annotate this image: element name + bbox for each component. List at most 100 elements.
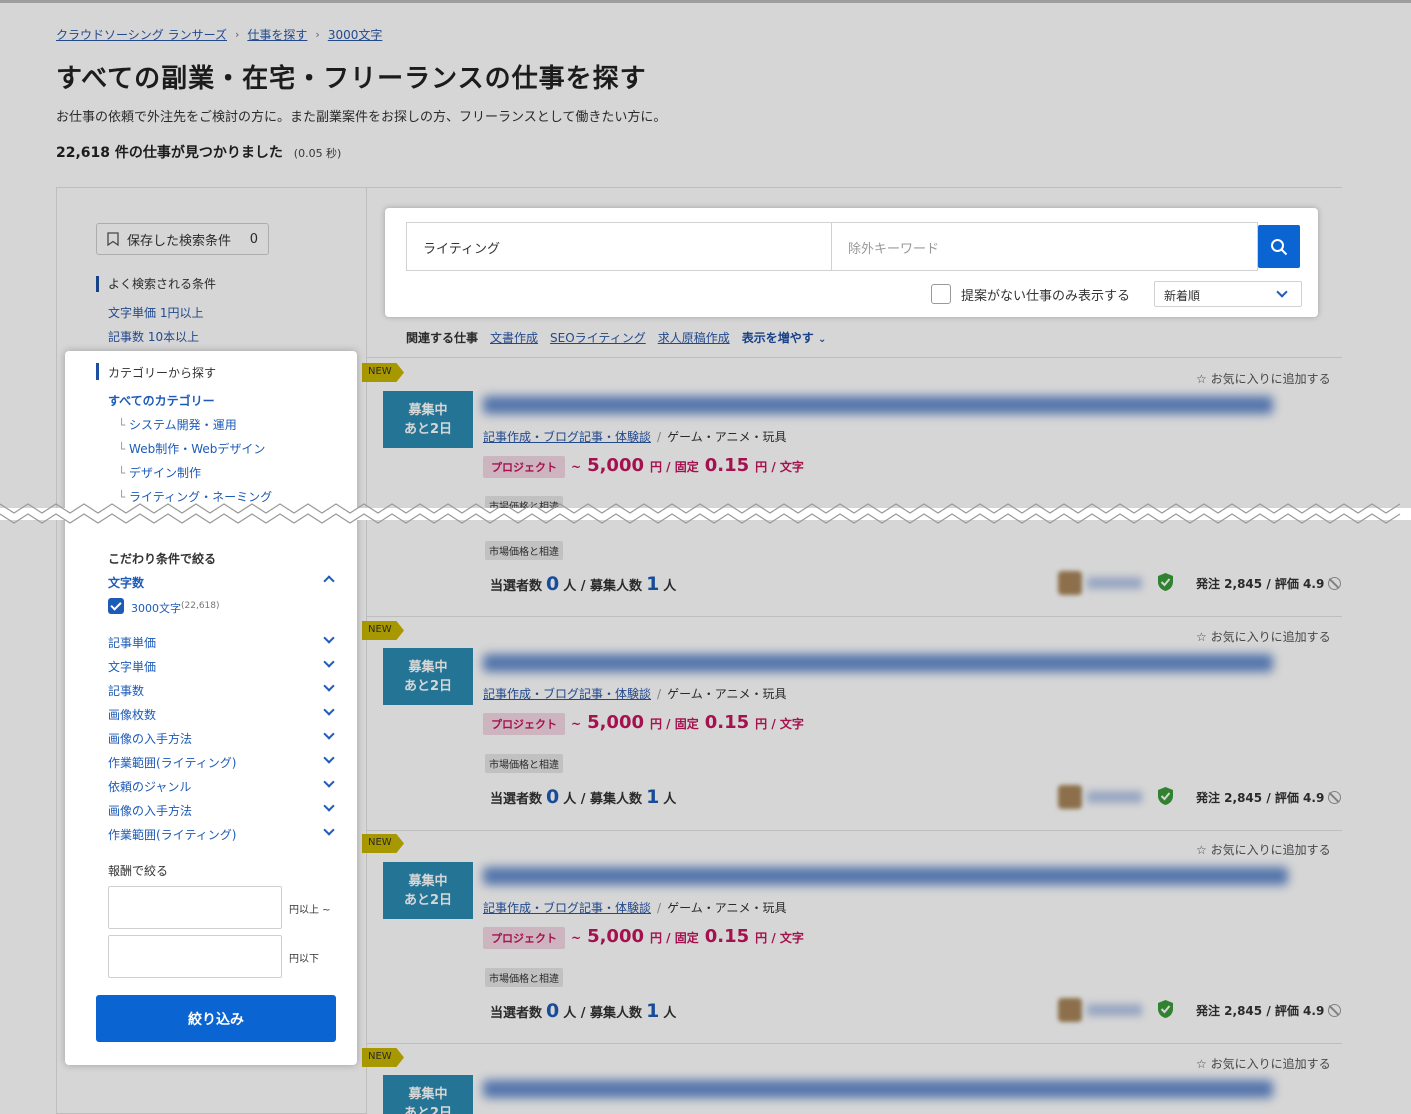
no-proposal-checkbox[interactable] bbox=[931, 284, 951, 304]
filter-item[interactable]: 記事単価 bbox=[108, 634, 156, 651]
breadcrumb: クラウドソーシング ランサーズ › 仕事を探す › 3000文字 bbox=[56, 26, 382, 43]
job-price: プロジェクト ~5,000 円 / 固定 0.15 円 / 文字 bbox=[483, 712, 804, 735]
avatar[interactable] bbox=[1058, 571, 1082, 595]
sort-value: 新着順 bbox=[1164, 289, 1201, 303]
block-icon[interactable] bbox=[1328, 791, 1342, 804]
job-title[interactable] bbox=[483, 396, 1273, 414]
breadcrumb-home[interactable]: クラウドソーシング ランサーズ bbox=[56, 26, 227, 43]
bookmark-icon bbox=[107, 232, 119, 246]
all-categories-link[interactable]: すべてのカテゴリー bbox=[108, 392, 215, 409]
related-link-seo[interactable]: SEOライティング bbox=[550, 329, 646, 346]
search-button[interactable] bbox=[1258, 225, 1300, 268]
job-price: プロジェクト ~5,000 円 / 固定 0.15 円 / 文字 bbox=[483, 926, 804, 949]
related-more-button[interactable]: 表示を増やす ⌄ bbox=[742, 329, 827, 346]
job-title[interactable] bbox=[483, 654, 1273, 672]
filter-item[interactable]: 依頼のジャンル bbox=[108, 778, 191, 795]
narrow-heading: こだわり条件で絞る bbox=[108, 552, 217, 566]
filter-item[interactable]: 画像枚数 bbox=[108, 706, 156, 723]
project-tag: プロジェクト bbox=[483, 456, 565, 478]
client-name[interactable] bbox=[1087, 577, 1142, 589]
favorite-link[interactable]: ☆ お気に入りに追加する bbox=[1196, 628, 1331, 645]
filter-item[interactable]: 画像の入手方法 bbox=[108, 802, 192, 819]
related-link-recruit[interactable]: 求人原稿作成 bbox=[658, 329, 730, 346]
page: クラウドソーシング ランサーズ › 仕事を探す › 3000文字 すべての副業・… bbox=[0, 0, 1411, 1114]
filter-panel: カテゴリーから探す すべてのカテゴリー └ システム開発・運用 └ Web制作・… bbox=[65, 351, 357, 1065]
saved-search-button[interactable]: 保存した検索条件 0 bbox=[96, 223, 269, 255]
favorite-link[interactable]: ☆ お気に入りに追加する bbox=[1196, 841, 1331, 858]
job-title[interactable] bbox=[483, 867, 1288, 885]
filter-submit-button[interactable]: 絞り込み bbox=[96, 995, 336, 1042]
reward-max-input[interactable] bbox=[108, 935, 282, 978]
chevron-down-icon[interactable] bbox=[323, 800, 335, 812]
category-link[interactable]: 記事作成・ブログ記事・体験談 bbox=[483, 901, 651, 915]
block-icon[interactable] bbox=[1328, 577, 1342, 590]
filter-item[interactable]: 画像の入手方法 bbox=[108, 730, 192, 747]
days-left: あと2日 bbox=[403, 422, 453, 437]
breadcrumb-find-jobs[interactable]: 仕事を探す bbox=[247, 26, 307, 43]
job-title[interactable] bbox=[483, 1080, 1273, 1098]
status-label: 募集中 bbox=[408, 403, 448, 418]
chevron-down-icon[interactable] bbox=[323, 656, 335, 668]
category-link[interactable]: 記事作成・ブログ記事・体験談 bbox=[483, 430, 651, 444]
client-name[interactable] bbox=[1087, 791, 1142, 803]
chevron-down-icon[interactable] bbox=[323, 704, 335, 716]
keyword-input[interactable]: ライティング bbox=[406, 222, 832, 271]
avatar[interactable] bbox=[1058, 785, 1082, 809]
applicant-count: 当選者数 0 人 / 募集人数 1 人 bbox=[490, 1000, 677, 1022]
filter-char-count[interactable]: 文字数 bbox=[108, 574, 144, 591]
avatar[interactable] bbox=[1058, 998, 1082, 1022]
filter-item[interactable]: 記事数 bbox=[108, 682, 144, 699]
verified-shield-icon bbox=[1158, 573, 1173, 591]
related-more-label: 表示を増やす bbox=[741, 331, 814, 345]
sort-select[interactable]: 新着順 bbox=[1154, 281, 1302, 307]
applicant-count: 当選者数 0 人 / 募集人数 1 人 bbox=[490, 786, 677, 808]
section-marker bbox=[96, 363, 99, 380]
filter-item[interactable]: 作業範囲(ライティング) bbox=[108, 754, 236, 771]
no-proposal-label: 提案がない仕事のみ表示する bbox=[961, 289, 1131, 304]
favorite-link[interactable]: ☆ お気に入りに追加する bbox=[1196, 1055, 1331, 1072]
related-jobs: 関連する仕事 文書作成 SEOライティング 求人原稿作成 表示を増やす ⌄ bbox=[406, 329, 826, 346]
market-price-tag: 市場価格と相違 bbox=[485, 541, 563, 560]
exclude-keyword-input[interactable]: 除外キーワード bbox=[831, 222, 1258, 271]
new-badge: NEW bbox=[362, 621, 404, 640]
chevron-down-icon[interactable] bbox=[323, 752, 335, 764]
breadcrumb-current[interactable]: 3000文字 bbox=[328, 26, 383, 43]
reward-heading: 報酬で絞る bbox=[108, 864, 169, 878]
divider bbox=[367, 357, 1342, 358]
divider bbox=[367, 1043, 1342, 1044]
category-sub: ゲーム・アニメ・玩具 bbox=[667, 430, 787, 444]
result-time: (0.05 秒) bbox=[293, 147, 342, 160]
favorite-link[interactable]: ☆ お気に入りに追加する bbox=[1196, 370, 1331, 387]
frequent-link-article-count[interactable]: 記事数 10本以上 bbox=[108, 328, 199, 345]
zigzag-cut bbox=[0, 503, 1401, 524]
chevron-down-icon[interactable] bbox=[323, 776, 335, 788]
result-count: 22,618 件の仕事が見つかりました (0.05 秒) bbox=[56, 142, 341, 162]
job-category: 記事作成・ブログ記事・体験談 / ゲーム・アニメ・玩具 bbox=[483, 687, 787, 701]
filter-item[interactable]: 作業範囲(ライティング) bbox=[108, 826, 236, 843]
market-price-tag: 市場価格と相違 bbox=[485, 754, 563, 773]
option-3000-chars: 3000文字 bbox=[131, 602, 181, 615]
checkbox-3000-chars[interactable] bbox=[108, 598, 124, 614]
block-icon[interactable] bbox=[1328, 1004, 1342, 1017]
divider bbox=[367, 616, 1342, 617]
reward-min-suffix: 円以上 ~ bbox=[289, 905, 331, 916]
chevron-up-icon[interactable] bbox=[323, 575, 335, 587]
result-number: 22,618 bbox=[56, 145, 111, 161]
category-item-web[interactable]: └ Web制作・Webデザイン bbox=[118, 440, 265, 457]
category-item-system[interactable]: └ システム開発・運用 bbox=[118, 416, 237, 433]
category-item-design[interactable]: └ デザイン制作 bbox=[118, 464, 201, 481]
job-category: 記事作成・ブログ記事・体験談 / ゲーム・アニメ・玩具 bbox=[483, 430, 787, 444]
verified-shield-icon bbox=[1158, 1000, 1173, 1018]
client-name[interactable] bbox=[1087, 1004, 1142, 1016]
category-link[interactable]: 記事作成・ブログ記事・体験談 bbox=[483, 687, 651, 701]
chevron-down-icon[interactable] bbox=[323, 680, 335, 692]
filter-item[interactable]: 文字単価 bbox=[108, 658, 156, 675]
search-icon bbox=[1271, 238, 1288, 255]
frequent-link-char-rate[interactable]: 文字単価 1円以上 bbox=[108, 304, 203, 321]
reward-min-input[interactable] bbox=[108, 886, 282, 929]
chevron-down-icon[interactable] bbox=[323, 824, 335, 836]
chevron-down-icon[interactable] bbox=[323, 632, 335, 644]
page-description: お仕事の依頼で外注先をご検討の方に。また副業案件をお探しの方、フリーランスとして… bbox=[56, 110, 667, 125]
related-link-document[interactable]: 文書作成 bbox=[490, 329, 538, 346]
chevron-down-icon[interactable] bbox=[323, 728, 335, 740]
